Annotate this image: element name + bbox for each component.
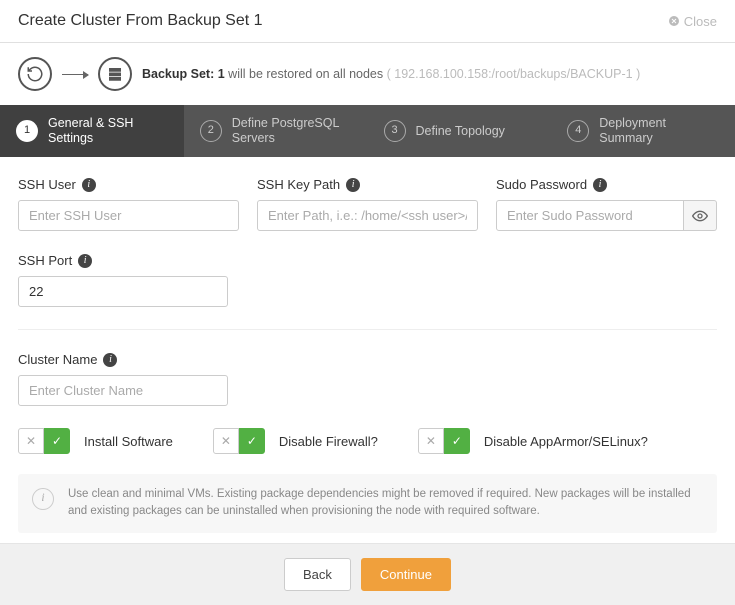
info-icon[interactable]: i <box>103 353 117 367</box>
back-button[interactable]: Back <box>284 558 351 591</box>
sudo-password-label: Sudo Password <box>496 177 587 192</box>
info-icon[interactable]: i <box>78 254 92 268</box>
ssh-user-label: SSH User <box>18 177 76 192</box>
info-text: Use clean and minimal VMs. Existing pack… <box>68 486 703 521</box>
step-define-postgresql[interactable]: 2 Define PostgreSQL Servers <box>184 105 368 157</box>
eye-icon <box>692 208 708 224</box>
disable-firewall-label: Disable Firewall? <box>279 434 378 449</box>
cluster-name-label: Cluster Name <box>18 352 97 367</box>
arrow-icon <box>62 74 88 75</box>
close-label: Close <box>684 14 717 29</box>
step-define-topology[interactable]: 3 Define Topology <box>368 105 552 157</box>
step-label: Define PostgreSQL Servers <box>232 116 352 146</box>
toggle-password-visibility[interactable] <box>684 200 717 231</box>
step-deployment-summary[interactable]: 4 Deployment Summary <box>551 105 735 157</box>
backup-text: Backup Set: 1 will be restored on all no… <box>142 67 640 81</box>
toggle-on[interactable]: ✓ <box>239 428 265 454</box>
step-label: Define Topology <box>416 124 505 139</box>
info-box: i Use clean and minimal VMs. Existing pa… <box>18 474 717 533</box>
sudo-password-input[interactable] <box>496 200 684 231</box>
ssh-key-label: SSH Key Path <box>257 177 340 192</box>
ssh-port-label: SSH Port <box>18 253 72 268</box>
step-number: 3 <box>384 120 406 142</box>
toggle-off[interactable]: ✕ <box>18 428 44 454</box>
step-number: 2 <box>200 120 222 142</box>
server-icon <box>98 57 132 91</box>
cluster-name-input[interactable] <box>18 375 228 406</box>
info-icon[interactable]: i <box>82 178 96 192</box>
toggle-off[interactable]: ✕ <box>213 428 239 454</box>
toggle-off[interactable]: ✕ <box>418 428 444 454</box>
backup-info-row: Backup Set: 1 will be restored on all no… <box>0 43 735 105</box>
wizard-steps: 1 General & SSH Settings 2 Define Postgr… <box>0 105 735 157</box>
disable-apparmor-toggle[interactable]: ✕ ✓ <box>418 428 470 454</box>
close-icon <box>668 15 680 27</box>
step-general-ssh[interactable]: 1 General & SSH Settings <box>0 105 184 157</box>
info-icon[interactable]: i <box>593 178 607 192</box>
toggle-on[interactable]: ✓ <box>44 428 70 454</box>
info-icon[interactable]: i <box>346 178 360 192</box>
disable-firewall-toggle[interactable]: ✕ ✓ <box>213 428 265 454</box>
divider <box>18 329 717 330</box>
install-software-label: Install Software <box>84 434 173 449</box>
toggle-on[interactable]: ✓ <box>444 428 470 454</box>
ssh-user-input[interactable] <box>18 200 239 231</box>
restore-icon <box>18 57 52 91</box>
continue-button[interactable]: Continue <box>361 558 451 591</box>
step-label: Deployment Summary <box>599 116 719 146</box>
ssh-port-input[interactable] <box>18 276 228 307</box>
install-software-toggle[interactable]: ✕ ✓ <box>18 428 70 454</box>
info-icon: i <box>32 488 54 510</box>
ssh-key-input[interactable] <box>257 200 478 231</box>
step-number: 4 <box>567 120 589 142</box>
dialog-title: Create Cluster From Backup Set 1 <box>18 12 263 30</box>
step-number: 1 <box>16 120 38 142</box>
close-button[interactable]: Close <box>668 14 717 29</box>
disable-apparmor-label: Disable AppArmor/SELinux? <box>484 434 648 449</box>
step-label: General & SSH Settings <box>48 116 168 146</box>
